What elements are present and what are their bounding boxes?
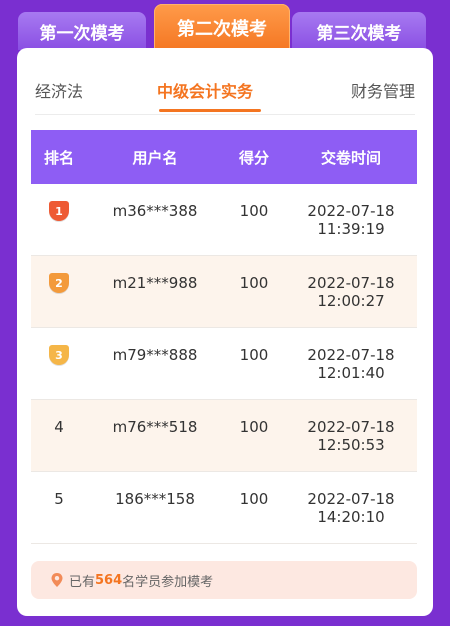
- participant-notice: 已有 564 名学员参加模考: [31, 561, 417, 599]
- username-cell: m79***888: [112, 346, 198, 364]
- leaderboard-screen: 第一次模考 第三次模考 第二次模考 经济法 中级会计实务 财务管理 排名 用户名…: [0, 0, 450, 626]
- red-badge-icon: 1: [49, 201, 69, 223]
- notice-suffix: 名学员参加模考: [122, 574, 214, 590]
- ranking-table: 排名 用户名 得分 交卷时间 1 m36***388 100 2022-07-1…: [31, 130, 417, 544]
- rank-cell: 3: [31, 328, 87, 399]
- username-cell: m76***518: [112, 418, 198, 436]
- rank-cell: 1: [31, 184, 87, 255]
- score-cell: 100: [239, 346, 269, 364]
- header-score: 得分: [238, 148, 269, 167]
- time-cell: 2022-07-18 12:00:27: [285, 256, 417, 327]
- table-row: 4 m76***518 100 2022-07-18 12:50:53: [31, 400, 417, 472]
- participant-count: 564: [95, 572, 123, 588]
- tab-economic-law[interactable]: 经济法: [35, 78, 83, 102]
- score-cell: 100: [239, 274, 269, 292]
- yellow-badge-icon: 3: [49, 345, 69, 367]
- time-cell: 2022-07-18 14:20:10: [285, 472, 417, 543]
- tab-exam-1[interactable]: 第一次模考: [18, 12, 146, 50]
- submit-date: 2022-07-18: [307, 346, 395, 364]
- ranking-card: 经济法 中级会计实务 财务管理 排名 用户名 得分 交卷时间 1 m36***3…: [17, 48, 433, 616]
- tab-exam-2[interactable]: 第二次模考: [154, 4, 290, 52]
- location-pin-icon: [45, 572, 69, 588]
- submit-clock: 11:39:19: [317, 220, 385, 238]
- tab-financial-management[interactable]: 财务管理: [351, 78, 415, 102]
- time-cell: 2022-07-18 12:01:40: [285, 328, 417, 399]
- score-cell: 100: [239, 490, 269, 508]
- submit-clock: 12:01:40: [317, 364, 385, 382]
- time-cell: 2022-07-18 11:39:19: [285, 184, 417, 255]
- tab-exam-3[interactable]: 第三次模考: [292, 12, 426, 50]
- header-submit-time: 交卷时间: [320, 148, 381, 167]
- username-cell: m21***988: [112, 274, 198, 292]
- submit-clock: 12:50:53: [317, 436, 385, 454]
- table-row: 5 186***158 100 2022-07-18 14:20:10: [31, 472, 417, 544]
- table-row: 3 m79***888 100 2022-07-18 12:01:40: [31, 328, 417, 400]
- submit-date: 2022-07-18: [307, 418, 395, 436]
- submit-date: 2022-07-18: [307, 490, 395, 508]
- time-cell: 2022-07-18 12:50:53: [285, 400, 417, 471]
- submit-date: 2022-07-18: [307, 202, 395, 220]
- active-tab-indicator: [159, 109, 261, 112]
- tab-intermediate-accounting[interactable]: 中级会计实务: [157, 78, 253, 102]
- table-row: 2 m21***988 100 2022-07-18 12:00:27: [31, 256, 417, 328]
- header-rank: 排名: [43, 148, 74, 167]
- rank-cell: 2: [31, 256, 87, 327]
- score-cell: 100: [239, 202, 269, 220]
- orange-badge-icon: 2: [49, 273, 69, 295]
- rank-cell: 5: [54, 490, 64, 508]
- subject-tabs: 经济法 中级会计实务 财务管理: [35, 48, 415, 115]
- header-username: 用户名: [132, 148, 178, 167]
- score-cell: 100: [239, 418, 269, 436]
- username-cell: 186***158: [115, 490, 195, 508]
- notice-prefix: 已有: [69, 574, 96, 590]
- submit-clock: 14:20:10: [317, 508, 385, 526]
- submit-clock: 12:00:27: [317, 292, 385, 310]
- table-row: 1 m36***388 100 2022-07-18 11:39:19: [31, 184, 417, 256]
- rank-cell: 4: [54, 418, 64, 436]
- username-cell: m36***388: [112, 202, 198, 220]
- submit-date: 2022-07-18: [307, 274, 395, 292]
- table-header: 排名 用户名 得分 交卷时间: [31, 130, 417, 184]
